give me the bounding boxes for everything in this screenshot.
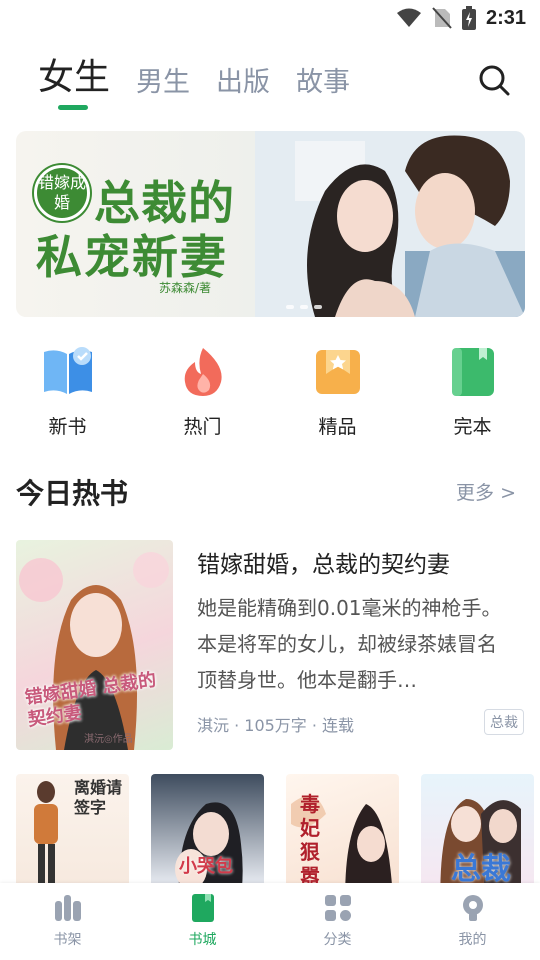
- book-description: 她是能精确到0.01毫米的神枪手。本是将军的女儿，却被绿茶婊冒名顶替身世。他本是…: [197, 596, 502, 692]
- profile-icon: [462, 895, 483, 921]
- bookstore-icon: [191, 894, 214, 922]
- banner-title-line2: 私宠新妻: [36, 230, 228, 284]
- star-icon: [315, 350, 360, 394]
- feature-book[interactable]: 错嫁甜婚 总裁的契约妻 淇沅◎作品 错嫁甜婚，总裁的契约妻 她是能精确到0.01…: [16, 540, 526, 752]
- wifi-icon: [396, 8, 421, 27]
- quick-label: 完本: [453, 416, 492, 438]
- nav-label: 书架: [53, 932, 82, 948]
- quick-label: 新书: [48, 416, 87, 438]
- section-title: 今日热书: [16, 477, 129, 510]
- flame-icon: [184, 348, 222, 396]
- search-icon[interactable]: [478, 64, 510, 96]
- nav-label: 我的: [458, 932, 487, 948]
- book-meta: 淇沅 · 105万字 · 连载: [197, 716, 355, 735]
- tab-stories[interactable]: 故事: [296, 69, 350, 96]
- nav-label: 书城: [188, 932, 217, 948]
- book-cover-row: 离婚请签字 小哭包 毒妃狠嚣张 总裁: [16, 774, 540, 924]
- top-tabs: 女生 男生 出版 故事: [38, 60, 350, 110]
- quick-hot[interactable]: 热门: [135, 346, 270, 439]
- nav-bookshelf[interactable]: 书架: [0, 883, 135, 960]
- quick-finished[interactable]: 完本: [405, 346, 540, 439]
- bottom-nav: 书架 书城 分类 我的: [0, 883, 540, 960]
- category-icon: [324, 895, 351, 921]
- nav-category[interactable]: 分类: [270, 883, 405, 960]
- cover-author: 淇沅◎作品: [84, 734, 133, 745]
- bookshelf-icon: [54, 895, 81, 921]
- tab-publishing[interactable]: 出版: [216, 69, 270, 96]
- quick-categories: 新书 热门 精品 完本: [0, 346, 540, 439]
- banner-author: 苏森森/著: [159, 281, 212, 295]
- quick-premium[interactable]: 精品: [270, 346, 405, 439]
- tab-female[interactable]: 女生: [38, 60, 110, 110]
- battery-icon: [461, 6, 476, 30]
- quick-label: 热门: [183, 416, 222, 438]
- nav-label: 分类: [323, 932, 352, 948]
- banner-badge: 错嫁成婚: [34, 165, 90, 221]
- cover-title: 小哭包: [179, 856, 233, 877]
- status-icons: 2:31: [396, 6, 526, 30]
- quick-label: 精品: [318, 416, 357, 438]
- banner-couple-illustration: [255, 131, 525, 317]
- no-sim-icon: [432, 7, 452, 29]
- book-tag[interactable]: 总裁: [484, 709, 524, 735]
- finished-book-icon: [451, 348, 494, 396]
- status-bar: 2:31: [0, 0, 540, 36]
- status-time: 2:31: [485, 6, 526, 29]
- nav-bookstore[interactable]: 书城: [135, 883, 270, 960]
- quick-new-books[interactable]: 新书: [0, 346, 135, 439]
- book-cover: 错嫁甜婚 总裁的契约妻 淇沅◎作品: [16, 540, 173, 750]
- book-title: 错嫁甜婚，总裁的契约妻: [197, 552, 450, 578]
- more-link[interactable]: 更多 >: [456, 478, 516, 505]
- nav-profile[interactable]: 我的: [405, 883, 540, 960]
- banner-pagination: [286, 305, 322, 309]
- promo-banner[interactable]: 错嫁成婚 总裁的 私宠新妻 苏森森/著: [16, 131, 525, 317]
- cover-title: 离婚请签字: [74, 778, 123, 817]
- new-book-icon: [43, 347, 92, 394]
- tab-male[interactable]: 男生: [136, 69, 190, 96]
- cover-title: 总裁: [451, 852, 511, 887]
